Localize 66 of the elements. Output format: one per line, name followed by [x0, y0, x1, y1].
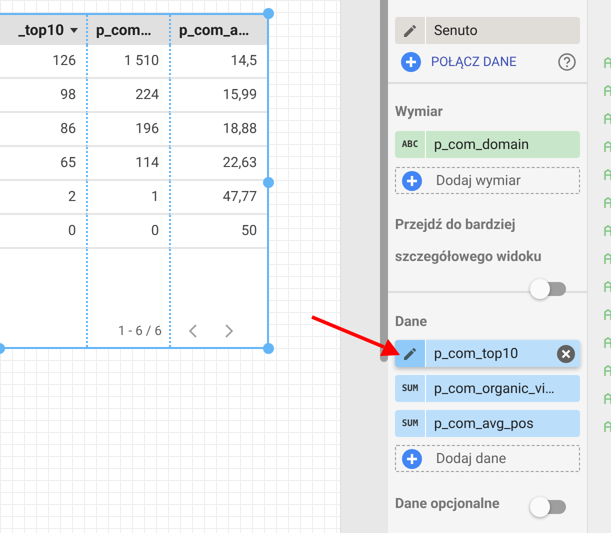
add-dimension-button[interactable]: Dodaj wymiar — [395, 167, 580, 194]
resize-handle[interactable] — [263, 177, 274, 188]
add-metric-button[interactable]: Dodaj dane — [395, 445, 580, 472]
field-type-icon — [604, 85, 611, 96]
table-cell: 98 — [0, 79, 86, 113]
field-type-icon — [604, 337, 611, 348]
table-cell: 15,99 — [169, 79, 267, 113]
pencil-icon — [402, 22, 418, 38]
next-page-button[interactable] — [224, 323, 234, 339]
scrollbar[interactable] — [380, 0, 388, 362]
dimension-chip[interactable]: ABC p_com_domain — [395, 131, 580, 158]
plus-icon — [402, 448, 422, 468]
data-table[interactable]: _top10 p_com… p_com_a… 126 1 510 14,5 98 224 15,99 86 196 18,88 65 114 22,63 2 1 47,77 0 0 50 1 - 6 / 6 — [0, 13, 269, 349]
column-header[interactable]: _top10 — [0, 15, 86, 45]
close-icon[interactable] — [557, 344, 575, 362]
data-source-chip[interactable]: Senuto — [395, 17, 580, 44]
section-heading: Dane — [395, 313, 428, 332]
field-type-icon — [604, 57, 611, 68]
field-type-icon — [604, 393, 611, 404]
section-heading: Wymiar — [395, 103, 444, 122]
field-type-icon — [604, 281, 611, 292]
table-cell: 114 — [86, 147, 169, 181]
table-cell: 224 — [86, 79, 169, 113]
table-cell: 14,5 — [169, 45, 267, 79]
table-cell: 0 — [0, 215, 86, 249]
field-type-icon — [604, 141, 611, 152]
table-cell: 196 — [86, 113, 169, 147]
sort-caret-icon — [70, 28, 78, 32]
type-label: SUM — [402, 418, 418, 428]
resize-handle[interactable] — [263, 8, 274, 19]
metric-chip[interactable]: SUM p_com_organic_vi… — [395, 375, 580, 402]
field-type-icon — [604, 309, 611, 320]
toggle-switch[interactable] — [532, 282, 566, 296]
pagination-text: 1 - 6 / 6 — [118, 324, 162, 338]
field-type-icon — [604, 365, 611, 376]
table-cell: 0 — [86, 215, 169, 249]
column-header[interactable]: p_com… — [86, 15, 169, 45]
pencil-icon — [402, 346, 418, 362]
drill-down-label: Przejdź do bardziej szczegółowego widoku — [395, 216, 542, 267]
metric-chip[interactable]: p_com_top10 — [395, 340, 580, 367]
field-type-icon — [604, 421, 611, 432]
table-cell: 1 — [86, 181, 169, 215]
table-cell: 18,88 — [169, 113, 267, 147]
table-cell: 65 — [0, 147, 86, 181]
plus-icon — [401, 52, 421, 72]
connect-data-button[interactable]: POŁĄCZ DANE — [395, 52, 517, 72]
field-type-icon — [604, 113, 611, 124]
type-label: ABC — [402, 140, 418, 150]
table-cell: 86 — [0, 113, 86, 147]
table-cell: 1 510 — [86, 45, 169, 79]
help-icon[interactable] — [558, 53, 576, 71]
type-label: SUM — [402, 384, 418, 394]
field-type-icon — [604, 169, 611, 180]
field-type-icon — [604, 225, 611, 236]
metric-chip[interactable]: SUM p_com_avg_pos — [395, 410, 580, 437]
previous-page-button[interactable] — [188, 323, 198, 339]
plus-icon — [402, 170, 422, 190]
table-cell: 50 — [169, 215, 267, 249]
field-type-icon — [604, 197, 611, 208]
optional-metrics-label: Dane opcjonalne — [395, 495, 500, 514]
toggle-switch[interactable] — [532, 500, 566, 514]
field-type-icon — [604, 253, 611, 264]
resize-handle[interactable] — [263, 343, 274, 354]
table-cell: 2 — [0, 181, 86, 215]
table-cell: 126 — [0, 45, 86, 79]
column-header[interactable]: p_com_a… — [169, 15, 267, 45]
